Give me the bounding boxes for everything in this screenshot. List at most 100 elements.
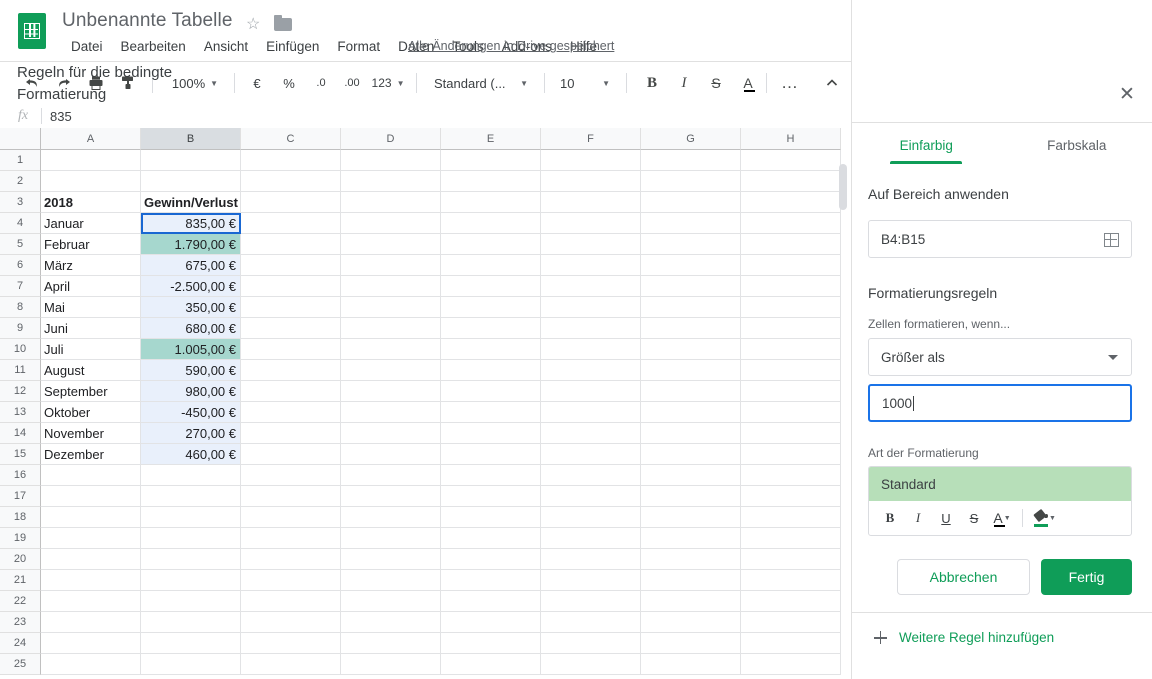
column-header-d[interactable]: D (341, 128, 441, 150)
cell-G14[interactable] (641, 423, 741, 444)
chevron-up-icon[interactable] (818, 69, 846, 97)
cell-F9[interactable] (541, 318, 641, 339)
cell-A13[interactable]: Oktober (41, 402, 141, 423)
row-header-18[interactable]: 18 (0, 507, 41, 528)
cell-H22[interactable] (741, 591, 841, 612)
cell-C5[interactable] (241, 234, 341, 255)
cell-B11[interactable]: 590,00 € (141, 360, 241, 381)
select-all-corner[interactable] (0, 128, 41, 150)
cell-G25[interactable] (641, 654, 741, 675)
cell-H2[interactable] (741, 171, 841, 192)
cell-E19[interactable] (441, 528, 541, 549)
cell-C8[interactable] (241, 297, 341, 318)
decrease-decimal-icon[interactable]: .0 (308, 69, 334, 97)
cell-H1[interactable] (741, 150, 841, 171)
row-header-3[interactable]: 3 (0, 192, 41, 213)
cell-D17[interactable] (341, 486, 441, 507)
style-strikethrough-button[interactable]: S (961, 505, 987, 531)
cell-A10[interactable]: Juli (41, 339, 141, 360)
cell-F16[interactable] (541, 465, 641, 486)
font-selector[interactable]: Standard (... ▼ (428, 69, 534, 97)
cell-D1[interactable] (341, 150, 441, 171)
cell-B23[interactable] (141, 612, 241, 633)
cell-C2[interactable] (241, 171, 341, 192)
row-header-1[interactable]: 1 (0, 150, 41, 171)
italic-button[interactable]: I (670, 69, 698, 97)
cell-A18[interactable] (41, 507, 141, 528)
cell-G10[interactable] (641, 339, 741, 360)
done-button[interactable]: Fertig (1041, 559, 1132, 595)
percent-format-icon[interactable]: % (276, 69, 302, 97)
cell-G12[interactable] (641, 381, 741, 402)
apply-range-input[interactable]: B4:B15 (868, 220, 1132, 258)
cell-E14[interactable] (441, 423, 541, 444)
cell-D13[interactable] (341, 402, 441, 423)
cell-B9[interactable]: 680,00 € (141, 318, 241, 339)
close-icon[interactable]: ✕ (1113, 80, 1141, 108)
cell-D19[interactable] (341, 528, 441, 549)
cell-G22[interactable] (641, 591, 741, 612)
cell-C11[interactable] (241, 360, 341, 381)
cell-C15[interactable] (241, 444, 341, 465)
cell-G3[interactable] (641, 192, 741, 213)
currency-format-icon[interactable]: € (244, 69, 270, 97)
style-fill-color-button[interactable]: ▼ (1030, 505, 1060, 531)
cell-A7[interactable]: April (41, 276, 141, 297)
threshold-input[interactable]: 1000 (868, 384, 1132, 422)
style-italic-button[interactable]: I (905, 505, 931, 531)
cell-A16[interactable] (41, 465, 141, 486)
cell-H24[interactable] (741, 633, 841, 654)
cell-H17[interactable] (741, 486, 841, 507)
row-header-6[interactable]: 6 (0, 255, 41, 276)
style-underline-button[interactable]: U (933, 505, 959, 531)
cell-D20[interactable] (341, 549, 441, 570)
cell-H15[interactable] (741, 444, 841, 465)
cell-B1[interactable] (141, 150, 241, 171)
row-header-22[interactable]: 22 (0, 591, 41, 612)
cell-F18[interactable] (541, 507, 641, 528)
cell-G24[interactable] (641, 633, 741, 654)
cell-A1[interactable] (41, 150, 141, 171)
row-header-4[interactable]: 4 (0, 213, 41, 234)
cell-C17[interactable] (241, 486, 341, 507)
cell-H8[interactable] (741, 297, 841, 318)
cell-D23[interactable] (341, 612, 441, 633)
bold-button[interactable]: B (638, 69, 666, 97)
cell-E11[interactable] (441, 360, 541, 381)
cell-B15[interactable]: 460,00 € (141, 444, 241, 465)
row-header-25[interactable]: 25 (0, 654, 41, 675)
cell-A12[interactable]: September (41, 381, 141, 402)
cell-D10[interactable] (341, 339, 441, 360)
text-color-button[interactable]: A (734, 69, 762, 97)
cell-A14[interactable]: November (41, 423, 141, 444)
cell-G16[interactable] (641, 465, 741, 486)
cell-F23[interactable] (541, 612, 641, 633)
cell-E3[interactable] (441, 192, 541, 213)
cell-H12[interactable] (741, 381, 841, 402)
cell-E8[interactable] (441, 297, 541, 318)
cell-F2[interactable] (541, 171, 641, 192)
tab-farbskala[interactable]: Farbskala (1002, 126, 1152, 164)
cell-C25[interactable] (241, 654, 341, 675)
cell-A17[interactable] (41, 486, 141, 507)
row-header-10[interactable]: 10 (0, 339, 41, 360)
cell-C19[interactable] (241, 528, 341, 549)
cell-B7[interactable]: -2.500,00 € (141, 276, 241, 297)
cell-E7[interactable] (441, 276, 541, 297)
cell-G23[interactable] (641, 612, 741, 633)
cell-F15[interactable] (541, 444, 641, 465)
cell-C22[interactable] (241, 591, 341, 612)
cell-H21[interactable] (741, 570, 841, 591)
cell-E17[interactable] (441, 486, 541, 507)
row-header-12[interactable]: 12 (0, 381, 41, 402)
cell-G9[interactable] (641, 318, 741, 339)
cell-H14[interactable] (741, 423, 841, 444)
cell-B3[interactable]: Gewinn/Verlust (141, 192, 241, 213)
cell-H25[interactable] (741, 654, 841, 675)
folder-icon[interactable] (274, 15, 292, 31)
row-header-9[interactable]: 9 (0, 318, 41, 339)
cell-G17[interactable] (641, 486, 741, 507)
cell-E6[interactable] (441, 255, 541, 276)
cell-H10[interactable] (741, 339, 841, 360)
cell-H20[interactable] (741, 549, 841, 570)
